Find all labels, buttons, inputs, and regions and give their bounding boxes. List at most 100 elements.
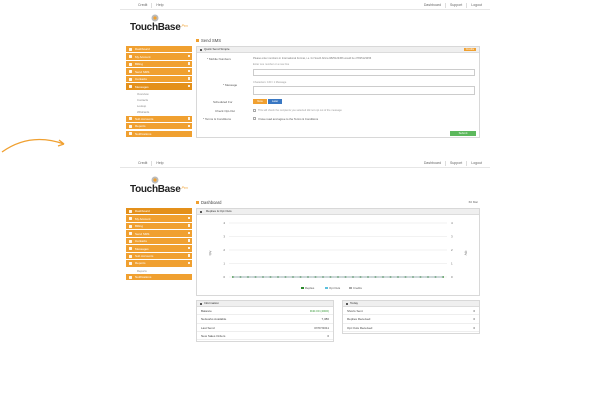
today-panel: Today Shorts Sent 0 Replies Received 0 Opt… [342,300,480,334]
opt-out-checkbox[interactable] [253,109,256,112]
credit-link[interactable]: Credit [134,161,151,166]
sub-accounts-icon [129,254,132,258]
send-sms-screenshot: Credit Help Dashboard Support Logout Tou… [120,0,490,150]
y-axis-label-left: Qty [208,250,212,255]
sidebar-item-dashboard[interactable]: Dashboard [126,208,192,215]
logo[interactable]: TouchBase Pro [130,14,188,33]
y-tick-label-left: 0 [223,275,225,279]
billing-icon [129,224,132,228]
chevron-icon [187,54,190,58]
logout-link[interactable]: Logout [466,3,486,8]
chevron-icon [187,246,190,250]
chevron-icon [187,124,190,128]
chevron-icon [187,224,190,227]
top-nav: Credit Help Dashboard Support Logout [120,160,490,168]
chevron-icon [187,216,190,220]
dashboard-link[interactable]: Dashboard [420,161,445,166]
sidebar-item-billing[interactable]: Billing [126,60,192,68]
y-tick-label-right: 4 [451,221,453,225]
page-title: Dashboard [196,200,484,205]
logo-text: TouchBase [130,22,181,33]
support-link[interactable]: Support [445,161,466,166]
table-row: New Sales Orders 0 [197,332,333,341]
contacts-icon [129,77,132,81]
dashboard-main: Dashboard 60 Mar Replies & Opt Outs 4433… [196,200,484,350]
table-row: Balance R40.00 (4000) [197,307,333,316]
sidebar-item-send-sms[interactable]: Send SMS [126,230,192,237]
table-row: Opt Outs Received 0 [343,324,479,332]
terms-checkbox[interactable] [253,117,256,120]
sms-icon [129,70,132,74]
chevron-icon [187,117,190,120]
information-panel: Information Balance R40.00 (4000) Network… [196,300,334,342]
table-row: Shorts Sent 0 [343,307,479,316]
legend-label: Credits [353,286,362,290]
sms-icon [196,39,199,42]
dashboard-icon [129,47,132,51]
bell-icon [129,132,132,136]
support-link[interactable]: Support [445,3,466,8]
logo[interactable]: TouchBase Pro [130,176,188,195]
logout-link[interactable]: Logout [466,161,486,166]
sidebar-item-notifications[interactable]: Notifications [126,130,192,137]
user-icon [129,217,132,221]
sidebar-item-messages[interactable]: Messages [126,83,192,90]
sidebar-item-sub-accounts[interactable]: Sub Accounts [126,115,192,122]
message-label: * Message [223,83,238,87]
now-button[interactable]: Now [253,99,267,104]
panel-header: Quick Send Simple Credits [197,47,479,53]
logo-mark-icon [151,176,159,184]
credit-link[interactable]: Credit [134,3,151,8]
terms-text[interactable]: I have read and agree to the Terms & Con… [258,117,318,121]
help-link[interactable]: Help [151,161,167,166]
dashboard-link[interactable]: Dashboard [420,3,445,8]
table-row: Networks Available 7,380 [197,315,333,324]
y-tick-label-left: 1 [223,262,225,266]
help-link[interactable]: Help [151,3,167,8]
sidebar-item-sub-accounts[interactable]: Sub Accounts [126,252,192,260]
sidebar-item-my-account[interactable]: My Account [126,215,192,222]
sidebar-item-notifications[interactable]: Notifications [126,274,192,281]
logo-pro: Pro [181,185,188,190]
mobile-label: * Mobile Numbers [207,57,231,61]
message-textarea[interactable] [253,86,475,95]
sidebar-item-reports[interactable]: Reports [126,260,192,267]
sidebar-item-contacts[interactable]: Contacts [126,75,192,83]
sidebar-item-messages[interactable]: Messages [126,245,192,252]
chevron-icon [187,239,190,242]
dashboard-screenshot: Credit Help Dashboard Support Logout Tou… [120,158,490,358]
sidebar-item-my-account[interactable]: My Account [126,53,192,60]
curved-arrow-icon [1,138,65,153]
y-tick-label-right: 3 [451,235,453,239]
submit-button[interactable]: Submit [450,131,476,136]
top-nav: Credit Help Dashboard Support Logout [120,2,490,10]
messages-icon [129,247,132,251]
opt-out-text: This will check the recipients you selec… [258,109,342,112]
chevron-icon [187,69,190,73]
later-button[interactable]: Later [268,99,282,104]
sidebar-item-reports[interactable]: Reports [126,123,192,130]
legend-swatch [301,287,304,289]
dashboard-icon [129,209,132,213]
legend-label: Opt Outs [329,286,341,290]
chevron-icon [187,231,190,235]
opt-out-label: Check Opt-Out [215,109,236,113]
sms-icon [129,232,132,236]
page-date: 60 Mar [468,200,478,204]
bell-icon [129,275,132,279]
info-icon [200,302,202,305]
mobile-sub-hint: Enter one number or a new line [253,63,290,66]
mobile-numbers-input[interactable] [253,69,475,76]
logo-mark-icon [151,14,159,22]
y-tick-label-left: 3 [223,235,225,239]
y-tick-label-left: 4 [223,221,225,225]
sidebar-item-contacts[interactable]: Contacts [126,237,192,245]
sidebar-item-send-sms[interactable]: Send SMS [126,68,192,75]
sidebar: Dashboard My Account Billing Send SMS Co… [126,46,192,138]
chevron-icon [187,261,190,265]
reports-icon [129,124,132,128]
sidebar-item-dashboard[interactable]: Dashboard [126,46,192,53]
sidebar-item-billing[interactable]: Billing [126,222,192,230]
chevron-icon [187,84,190,88]
y-tick-label-right: 2 [451,248,453,252]
